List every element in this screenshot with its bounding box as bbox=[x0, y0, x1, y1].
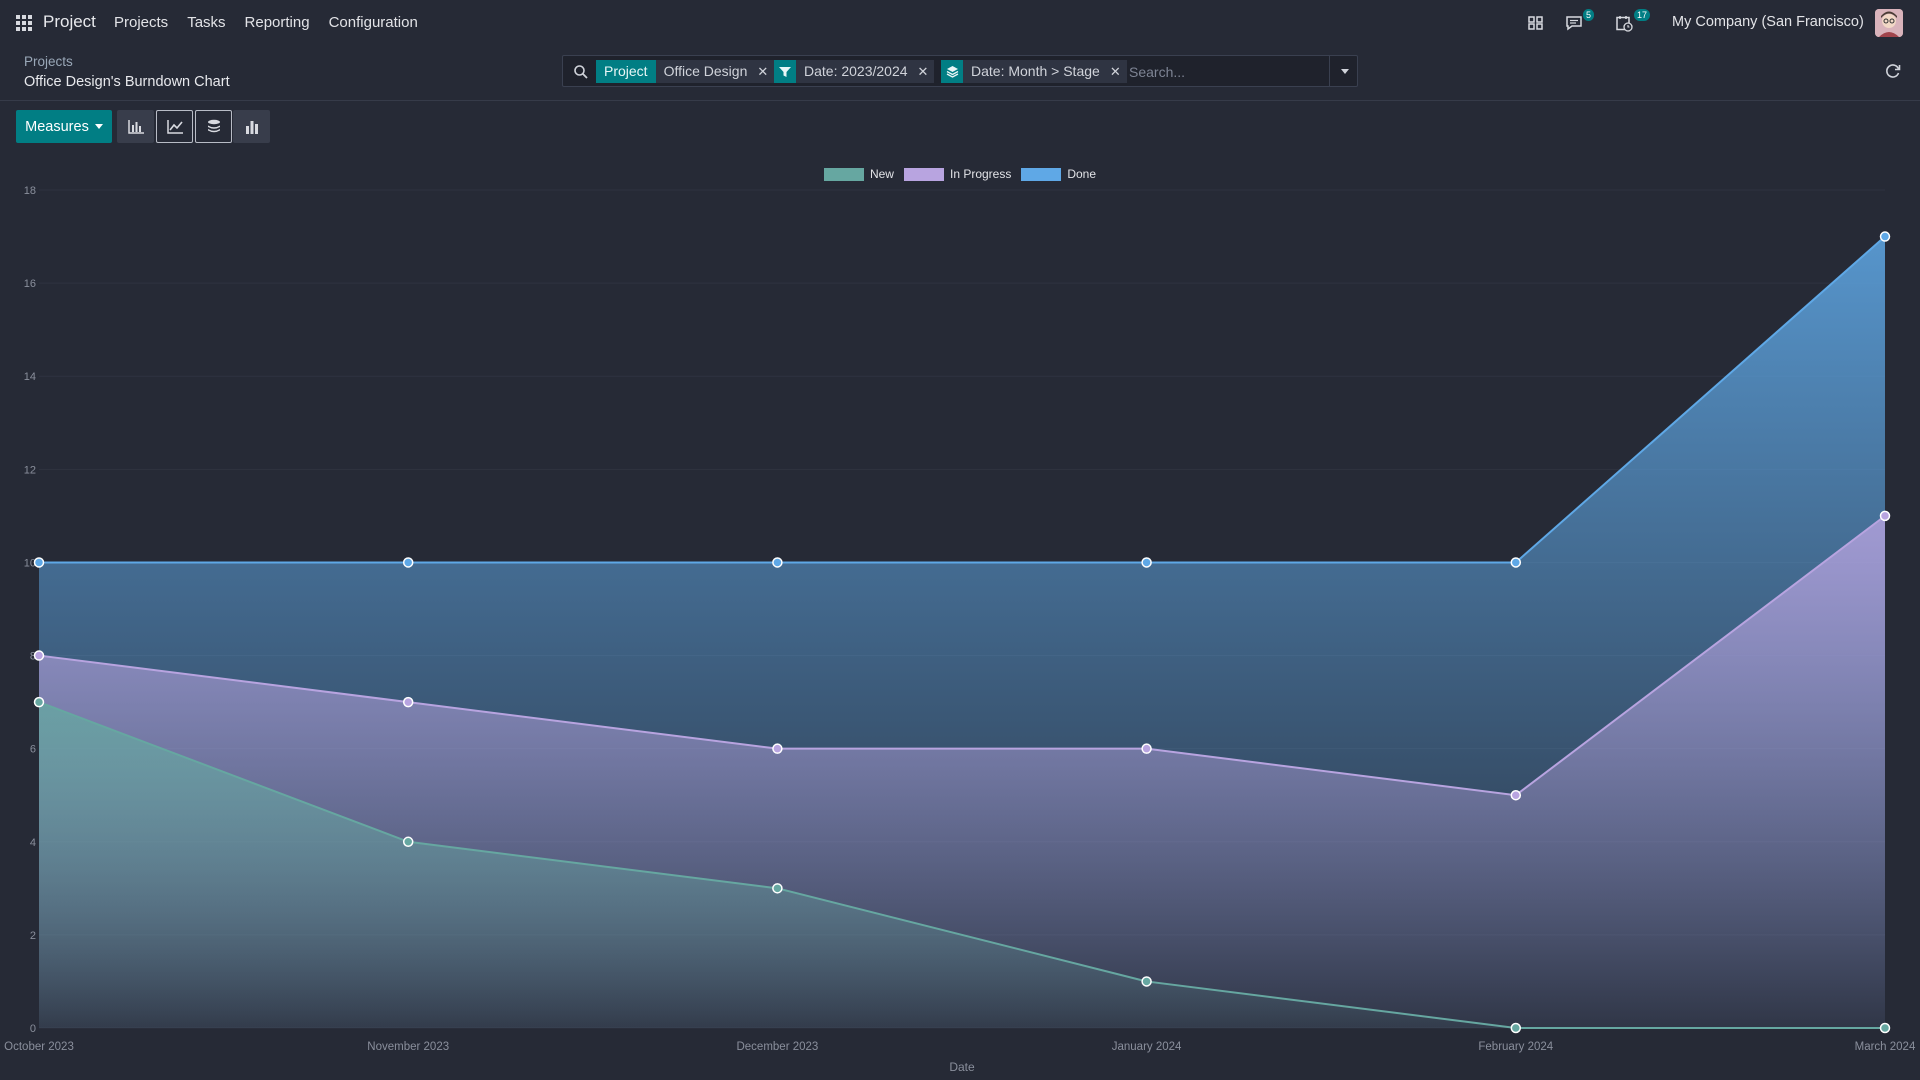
y-tick-label: 2 bbox=[30, 930, 36, 942]
legend-item-in-progress[interactable]: In Progress bbox=[903, 167, 1012, 181]
menu-configuration[interactable]: Configuration bbox=[329, 14, 418, 31]
facet-project-label: Project bbox=[596, 60, 656, 83]
top-navbar: Project Projects Tasks Reporting Configu… bbox=[0, 0, 1920, 46]
x-tick-label: March 2024 bbox=[1855, 1041, 1916, 1053]
y-tick-label: 14 bbox=[24, 371, 36, 383]
legend-swatch-new bbox=[823, 167, 864, 181]
legend-label-done: Done bbox=[1067, 167, 1097, 181]
x-tick-label: January 2024 bbox=[1112, 1041, 1182, 1053]
point-new bbox=[772, 883, 783, 894]
control-panel-divider bbox=[0, 100, 1920, 101]
column-icon bbox=[245, 120, 258, 134]
point-done bbox=[1879, 231, 1891, 242]
legend-label-new: New bbox=[869, 167, 894, 181]
y-tick-label: 16 bbox=[24, 278, 36, 290]
menu-projects[interactable]: Projects bbox=[114, 14, 168, 31]
x-axis-label: Date bbox=[949, 1060, 975, 1074]
x-tick-label: November 2023 bbox=[367, 1041, 449, 1053]
line-chart-icon bbox=[166, 119, 183, 134]
legend-swatch-done bbox=[1021, 167, 1062, 181]
cumulative-toggle-button[interactable] bbox=[233, 110, 270, 143]
close-icon[interactable]: ✕ bbox=[915, 60, 935, 83]
search-options-toggle[interactable] bbox=[1329, 56, 1359, 86]
search-input[interactable] bbox=[1129, 61, 1319, 83]
point-done bbox=[772, 557, 783, 568]
facet-project-value: Office Design bbox=[655, 60, 756, 83]
point-done bbox=[402, 557, 414, 568]
bar-chart-icon bbox=[127, 119, 144, 134]
x-tick-label: February 2024 bbox=[1478, 1041, 1553, 1053]
point-done bbox=[33, 557, 45, 568]
page-title: Office Design's Burndown Chart bbox=[24, 74, 230, 90]
point-new bbox=[1510, 1022, 1522, 1034]
company-switcher[interactable]: My Company (San Francisco) bbox=[1672, 14, 1864, 30]
filter-icon bbox=[774, 60, 796, 83]
y-tick-label: 6 bbox=[30, 744, 36, 756]
point-done bbox=[1141, 557, 1152, 568]
point-new bbox=[1141, 976, 1152, 987]
bar-chart-button[interactable] bbox=[117, 110, 154, 143]
measures-label: Measures bbox=[25, 118, 89, 135]
point-new bbox=[33, 696, 45, 708]
facet-groupby-value: Date: Month > Stage bbox=[963, 60, 1108, 83]
menu-tasks[interactable]: Tasks bbox=[187, 14, 225, 31]
search-icon[interactable] bbox=[573, 64, 589, 80]
point-in-progress bbox=[402, 696, 414, 708]
legend-item-new[interactable]: New bbox=[823, 167, 894, 181]
breadcrumb-projects[interactable]: Projects bbox=[24, 54, 73, 69]
facet-project: Project Office Design ✕ bbox=[596, 60, 775, 83]
stacked-icon bbox=[207, 119, 220, 132]
chevron-down-icon bbox=[1340, 68, 1349, 74]
activities-badge: 17 bbox=[1634, 9, 1651, 21]
point-done bbox=[1510, 557, 1522, 568]
user-avatar[interactable] bbox=[1875, 9, 1903, 37]
point-in-progress bbox=[772, 743, 783, 754]
y-tick-label: 0 bbox=[30, 1023, 36, 1035]
facet-groupby: Date: Month > Stage ✕ bbox=[941, 60, 1127, 83]
menu-reporting[interactable]: Reporting bbox=[245, 14, 310, 31]
y-tick-label: 4 bbox=[30, 837, 36, 849]
point-new bbox=[402, 836, 414, 848]
facet-filter-value: Date: 2023/2024 bbox=[796, 60, 916, 83]
chevron-down-icon bbox=[94, 124, 103, 129]
chat-icon[interactable] bbox=[1565, 14, 1583, 32]
point-in-progress bbox=[1510, 789, 1522, 801]
burndown-chart[interactable]: 024681012141618October 2023 November 2023… bbox=[0, 158, 1920, 1080]
avatar-image-icon bbox=[1875, 9, 1903, 37]
y-tick-label: 18 bbox=[24, 185, 36, 197]
legend-label-in-progress: In Progress bbox=[949, 167, 1012, 181]
point-new bbox=[1879, 1022, 1891, 1034]
app-name[interactable]: Project bbox=[43, 12, 96, 32]
line-chart-button[interactable] bbox=[156, 110, 193, 143]
close-icon[interactable]: ✕ bbox=[1107, 60, 1127, 83]
main-menu: Projects Tasks Reporting Configuration bbox=[114, 14, 437, 31]
chart-legend: New In Progress Done bbox=[0, 167, 1920, 181]
messages-badge: 5 bbox=[1583, 9, 1595, 21]
chart-panel: 0 2 4 6 8 10 12 14 16 18 October 2023 November 2023… bbox=[0, 158, 1920, 1080]
point-in-progress bbox=[1141, 743, 1152, 754]
point-in-progress bbox=[33, 650, 45, 661]
legend-item-done[interactable]: Done bbox=[1021, 167, 1096, 181]
search-bar: Project Office Design ✕ Date: 2023/2024 … bbox=[562, 55, 1358, 87]
point-in-progress bbox=[1879, 510, 1891, 522]
stacked-toggle-button[interactable] bbox=[195, 110, 232, 143]
switcher-icon[interactable] bbox=[1527, 14, 1545, 32]
x-tick-label: October 2023 bbox=[4, 1041, 74, 1053]
y-tick-label: 12 bbox=[24, 464, 36, 476]
layers-icon bbox=[941, 60, 963, 83]
close-icon[interactable]: ✕ bbox=[755, 60, 775, 83]
measures-button[interactable]: Measures bbox=[16, 110, 112, 143]
activity-clock-icon[interactable] bbox=[1615, 14, 1633, 32]
facet-filter: Date: 2023/2024 ✕ bbox=[774, 60, 935, 83]
apps-grid-icon[interactable] bbox=[16, 15, 32, 31]
x-tick-label: December 2023 bbox=[736, 1041, 818, 1053]
legend-swatch-in-progress bbox=[903, 167, 944, 181]
refresh-icon[interactable] bbox=[1885, 63, 1901, 79]
